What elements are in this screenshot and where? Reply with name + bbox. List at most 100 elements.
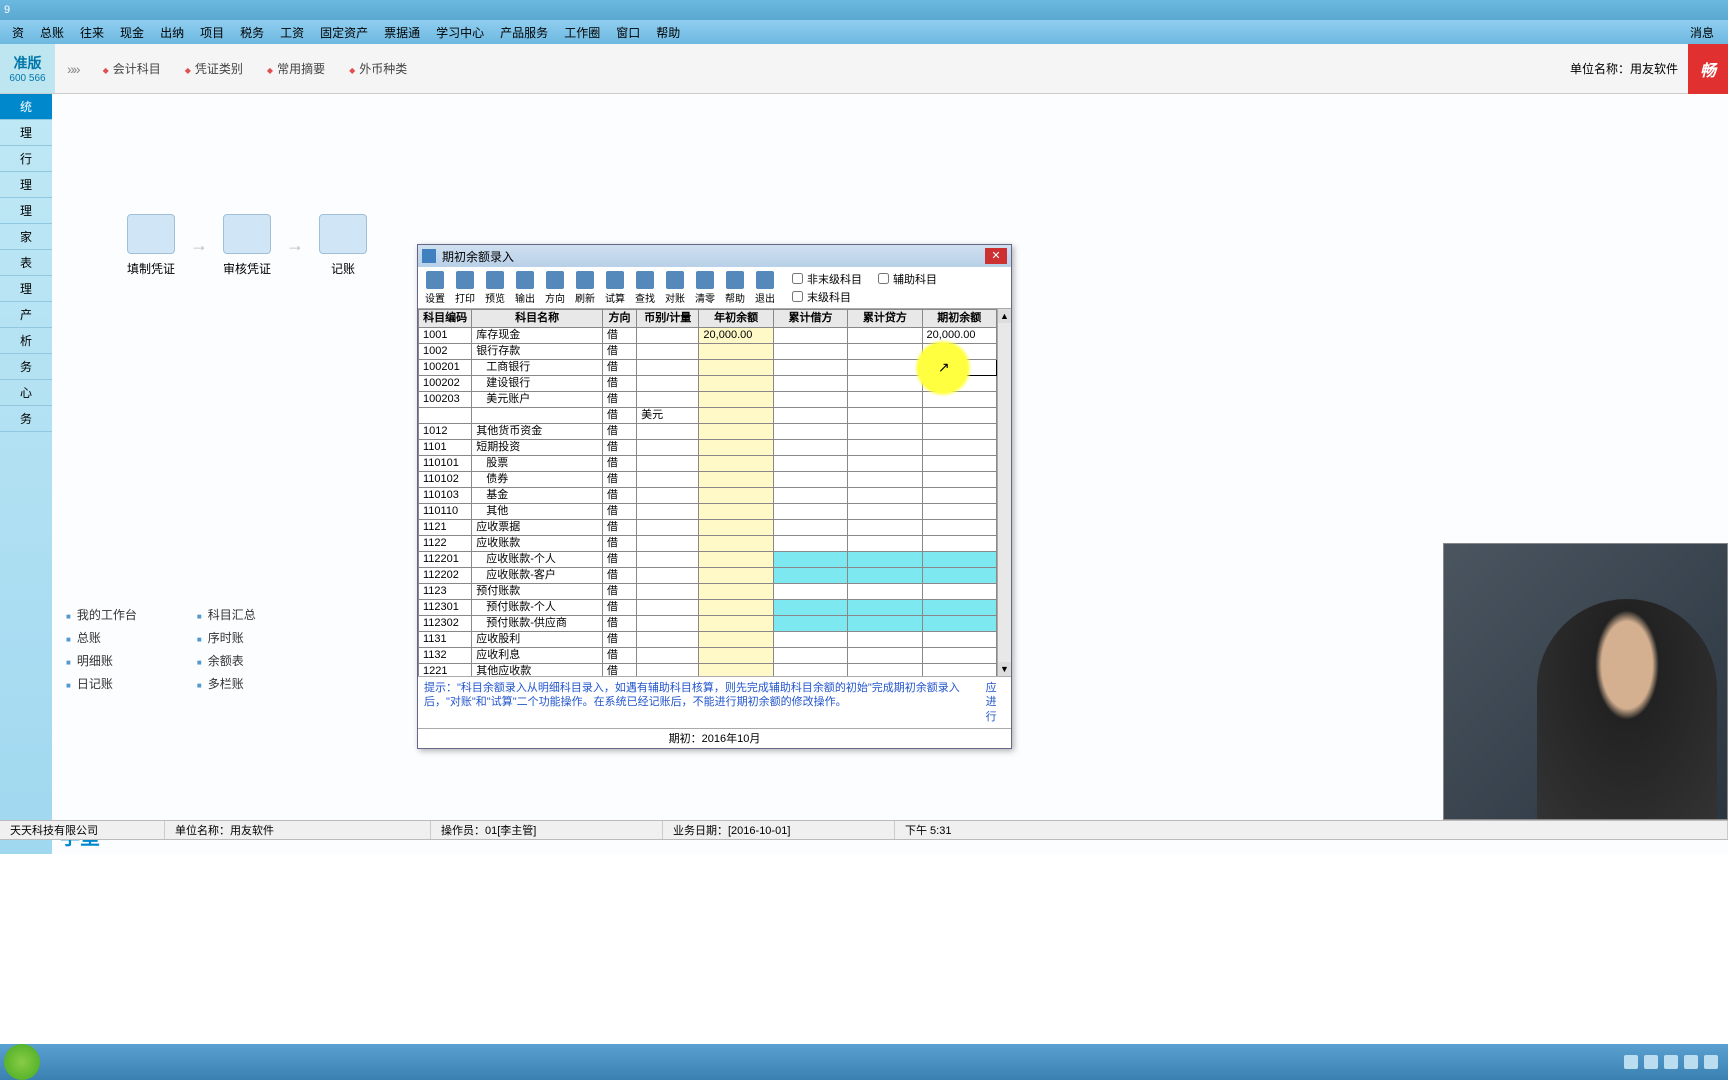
cell[interactable]: [637, 664, 699, 677]
cell[interactable]: [637, 552, 699, 568]
table-row[interactable]: 110103基金借: [419, 488, 997, 504]
table-row[interactable]: 100203美元账户借: [419, 392, 997, 408]
cell[interactable]: [773, 472, 847, 488]
quick-link[interactable]: 序时账: [197, 627, 256, 648]
table-row[interactable]: 1123预付账款借: [419, 584, 997, 600]
cell[interactable]: 借: [602, 376, 636, 392]
cell[interactable]: 1101: [419, 440, 472, 456]
cell[interactable]: [848, 488, 922, 504]
cell[interactable]: [699, 376, 773, 392]
quick-link[interactable]: 余额表: [197, 650, 256, 671]
table-row[interactable]: 110110其他借: [419, 504, 997, 520]
cell[interactable]: [922, 584, 996, 600]
cell[interactable]: 1001: [419, 328, 472, 344]
toolbar-打印-button[interactable]: 打印: [450, 269, 480, 307]
table-row[interactable]: 1002银行存款借: [419, 344, 997, 360]
sidebar-item[interactable]: 理: [0, 276, 52, 302]
cell[interactable]: 借: [602, 600, 636, 616]
cell[interactable]: [773, 408, 847, 424]
cell[interactable]: [922, 664, 996, 677]
column-header[interactable]: 币别/计量: [637, 310, 699, 328]
toolbar-帮助-button[interactable]: 帮助: [720, 269, 750, 307]
cell[interactable]: [699, 520, 773, 536]
cell[interactable]: [848, 424, 922, 440]
sidebar-item[interactable]: 析: [0, 328, 52, 354]
cell[interactable]: [699, 408, 773, 424]
table-row[interactable]: 1121应收票据借: [419, 520, 997, 536]
cell[interactable]: 1221: [419, 664, 472, 677]
start-button[interactable]: [4, 1044, 40, 1080]
cell[interactable]: 借: [602, 632, 636, 648]
toolbar-试算-button[interactable]: 试算: [600, 269, 630, 307]
cell[interactable]: [773, 536, 847, 552]
table-row[interactable]: 1001库存现金借20,000.0020,000.00: [419, 328, 997, 344]
cell[interactable]: [922, 552, 996, 568]
cell[interactable]: 20,000.00: [699, 328, 773, 344]
workflow-node[interactable]: 填制凭证: [127, 214, 175, 277]
cell[interactable]: 预付账款-个人: [472, 600, 603, 616]
cell[interactable]: [773, 584, 847, 600]
column-header[interactable]: 科目名称: [472, 310, 603, 328]
cell[interactable]: [773, 440, 847, 456]
cell[interactable]: [773, 344, 847, 360]
cell[interactable]: 借: [602, 456, 636, 472]
sidebar-item[interactable]: 理: [0, 198, 52, 224]
table-row[interactable]: 100202建设银行借: [419, 376, 997, 392]
cell[interactable]: [773, 664, 847, 677]
cell[interactable]: [699, 632, 773, 648]
cell[interactable]: [699, 648, 773, 664]
cell[interactable]: 1012: [419, 424, 472, 440]
tab-link[interactable]: 会计科目: [91, 60, 173, 77]
cell[interactable]: [773, 360, 847, 376]
cell[interactable]: [773, 520, 847, 536]
cell[interactable]: 借: [602, 536, 636, 552]
cell[interactable]: 借: [602, 664, 636, 677]
cell[interactable]: [848, 504, 922, 520]
cell[interactable]: [699, 440, 773, 456]
close-button[interactable]: ✕: [985, 248, 1007, 264]
cell[interactable]: [848, 600, 922, 616]
cell[interactable]: [922, 488, 996, 504]
cell[interactable]: [848, 648, 922, 664]
cell[interactable]: [637, 488, 699, 504]
cell[interactable]: [637, 360, 699, 376]
cell[interactable]: 借: [602, 520, 636, 536]
cell[interactable]: 110101: [419, 456, 472, 472]
cell[interactable]: [848, 536, 922, 552]
cell[interactable]: [848, 552, 922, 568]
table-row[interactable]: 1221其他应收款借: [419, 664, 997, 677]
menu-item[interactable]: 工作圈: [556, 24, 608, 41]
cell[interactable]: [848, 456, 922, 472]
cell[interactable]: [637, 392, 699, 408]
cell[interactable]: [848, 328, 922, 344]
cell[interactable]: [699, 344, 773, 360]
cell[interactable]: [773, 632, 847, 648]
scroll-up-button[interactable]: ▲: [998, 309, 1011, 323]
menu-item[interactable]: 产品服务: [492, 24, 556, 41]
table-row[interactable]: 1012其他货币资金借: [419, 424, 997, 440]
cell[interactable]: [848, 440, 922, 456]
cell[interactable]: [922, 536, 996, 552]
cell[interactable]: 其他应收款: [472, 664, 603, 677]
toolbar-退出-button[interactable]: 退出: [750, 269, 780, 307]
table-row[interactable]: 1132应收利息借: [419, 648, 997, 664]
column-header[interactable]: 累计借方: [773, 310, 847, 328]
cell[interactable]: [922, 632, 996, 648]
cell[interactable]: [848, 520, 922, 536]
sidebar-item[interactable]: 务: [0, 406, 52, 432]
cell[interactable]: 应收账款-客户: [472, 568, 603, 584]
cell[interactable]: [922, 392, 996, 408]
cell[interactable]: [699, 488, 773, 504]
cell[interactable]: [773, 376, 847, 392]
sidebar-item[interactable]: 心: [0, 380, 52, 406]
cell[interactable]: [922, 568, 996, 584]
cell[interactable]: [699, 552, 773, 568]
table-row[interactable]: 1122应收账款借: [419, 536, 997, 552]
menu-item[interactable]: 窗口: [608, 24, 648, 41]
tab-link[interactable]: 常用摘要: [255, 60, 337, 77]
cell[interactable]: [699, 568, 773, 584]
scroll-down-button[interactable]: ▼: [998, 662, 1011, 676]
column-header[interactable]: 年初余额: [699, 310, 773, 328]
column-header[interactable]: 累计贷方: [848, 310, 922, 328]
cell[interactable]: [699, 424, 773, 440]
